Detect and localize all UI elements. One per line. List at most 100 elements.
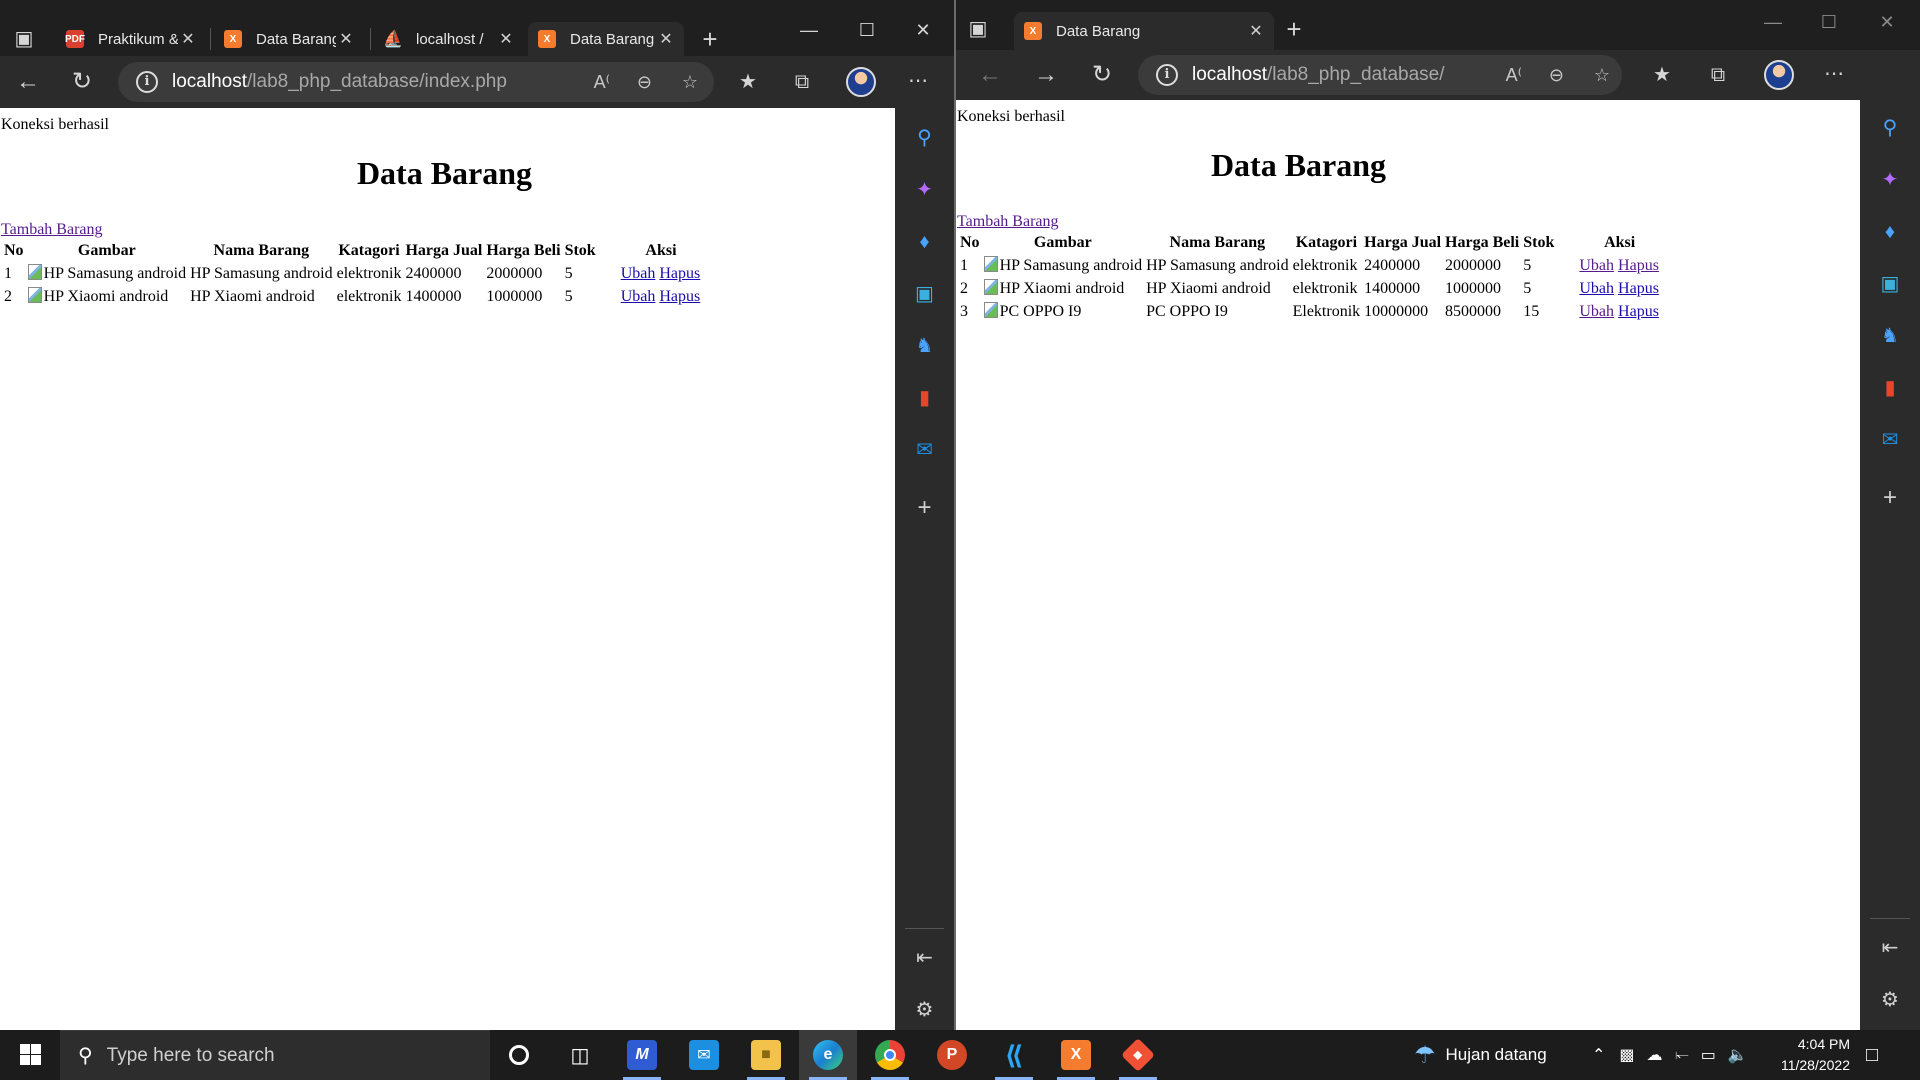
more-menu-icon[interactable]: ⋯ [900, 66, 936, 96]
git-icon[interactable]: ◆ [1109, 1030, 1167, 1080]
collections-icon[interactable]: ⧉ [1700, 60, 1736, 90]
search-icon[interactable]: ⚲ [1860, 112, 1920, 144]
close-window-button[interactable]: ✕ [1864, 12, 1910, 33]
shopping-tag-icon[interactable]: ♦ [1860, 216, 1920, 248]
favorites-icon[interactable]: ★ [1644, 60, 1680, 90]
tools-icon[interactable]: ▣ [895, 278, 954, 310]
add-favorite-icon[interactable]: ☆ [682, 72, 698, 93]
windows-start-icon[interactable] [0, 1030, 60, 1080]
wifi-icon[interactable]: ⥖ [1675, 1046, 1689, 1064]
profile-avatar[interactable] [1764, 60, 1794, 90]
close-icon[interactable]: ✕ [1246, 21, 1266, 41]
clock[interactable]: 4:04 PM 11/28/2022 [1781, 1034, 1850, 1076]
close-icon[interactable]: ✕ [178, 29, 198, 49]
edit-link[interactable]: Ubah [1579, 303, 1614, 320]
delete-link[interactable]: Hapus [1618, 257, 1659, 274]
add-item-link[interactable]: Tambah Barang [1, 221, 103, 239]
outlook-icon[interactable]: ✉ [1860, 424, 1920, 456]
add-icon[interactable]: + [895, 492, 954, 524]
maximize-button[interactable]: ☐ [844, 20, 890, 41]
delete-link[interactable]: Hapus [1618, 303, 1659, 320]
edit-link[interactable]: Ubah [621, 288, 656, 305]
notification-icon[interactable]: □ [1866, 1030, 1878, 1080]
new-tab-icon[interactable]: + [692, 24, 728, 54]
hide-sidebar-icon[interactable]: ⇤ [1860, 932, 1920, 964]
meet-icon[interactable]: ▩ [1619, 1045, 1634, 1065]
chevron-up-icon[interactable]: ⌃ [1592, 1045, 1605, 1065]
edge-icon[interactable]: e [799, 1030, 857, 1080]
favorites-icon[interactable]: ★ [730, 67, 766, 97]
close-icon[interactable]: ✕ [336, 29, 356, 49]
tab-data-barang[interactable]: X Data Barang ✕ [1014, 12, 1274, 50]
copilot-icon[interactable]: ✦ [895, 174, 954, 206]
office-icon[interactable]: ▮ [1860, 372, 1920, 404]
close-icon[interactable]: ✕ [496, 29, 516, 49]
image-alt-text: HP Samasung android [999, 257, 1143, 274]
settings-icon[interactable]: ⚙ [1860, 984, 1920, 1016]
app-m-icon[interactable]: M [613, 1030, 671, 1080]
info-icon[interactable]: i [1156, 64, 1178, 86]
tab-actions-icon[interactable]: ▣ [960, 14, 996, 44]
cell-stok: 5 [1523, 279, 1532, 297]
office-icon[interactable]: ▮ [895, 382, 954, 414]
add-item-link[interactable]: Tambah Barang [957, 213, 1059, 231]
onedrive-icon[interactable]: ☁ [1647, 1045, 1663, 1065]
weather-widget[interactable]: ☂ Hujan datang [1414, 1030, 1547, 1080]
new-tab-icon[interactable]: + [1276, 14, 1312, 44]
address-bar[interactable]: i localhost/lab8_php_database/index.php … [118, 62, 714, 102]
copilot-icon[interactable]: ✦ [1860, 164, 1920, 196]
zoom-out-icon[interactable]: ⊖ [1549, 65, 1564, 86]
read-aloud-icon[interactable]: A⁽ [594, 72, 610, 93]
mail-icon[interactable]: ✉ [675, 1030, 733, 1080]
edit-link[interactable]: Ubah [621, 265, 656, 282]
tab-data-barang-1[interactable]: X Data Barang ✕ [214, 22, 364, 56]
battery-icon[interactable]: ▭ [1701, 1045, 1716, 1065]
add-favorite-icon[interactable]: ☆ [1594, 65, 1610, 86]
shopping-tag-icon[interactable]: ♦ [895, 226, 954, 258]
edit-link[interactable]: Ubah [1579, 280, 1614, 297]
chrome-icon[interactable] [861, 1030, 919, 1080]
profile-avatar[interactable] [846, 67, 876, 97]
task-view-icon[interactable]: ◫ [551, 1030, 609, 1080]
games-icon[interactable]: ♞ [1860, 320, 1920, 352]
taskbar-search[interactable]: ⚲ Type here to search [60, 1030, 490, 1080]
close-window-button[interactable]: ✕ [900, 20, 946, 41]
cortana-icon[interactable] [490, 1030, 548, 1080]
tab-praktikum[interactable]: PDF Praktikum & ✕ [56, 22, 206, 56]
tab-actions-icon[interactable]: ▣ [6, 24, 42, 54]
refresh-icon[interactable]: ↻ [1084, 60, 1120, 90]
outlook-icon[interactable]: ✉ [895, 434, 954, 466]
edit-link[interactable]: Ubah [1579, 257, 1614, 274]
address-bar[interactable]: i localhost/lab8_php_database/ A⁽ ⊖ ☆ [1138, 55, 1622, 95]
volume-icon[interactable]: 🔈 [1728, 1045, 1748, 1065]
minimize-button[interactable]: — [786, 20, 832, 41]
delete-link[interactable]: Hapus [659, 265, 700, 282]
read-aloud-icon[interactable]: A⁽ [1506, 65, 1522, 86]
tab-phpmyadmin[interactable]: ⛵ localhost / ✕ [374, 22, 524, 56]
more-menu-icon[interactable]: ⋯ [1816, 59, 1852, 89]
games-icon[interactable]: ♞ [895, 330, 954, 362]
refresh-icon[interactable]: ↻ [64, 67, 100, 97]
maximize-button[interactable]: ☐ [1806, 12, 1852, 33]
forward-icon[interactable]: → [1028, 60, 1064, 90]
info-icon[interactable]: i [136, 71, 158, 93]
delete-link[interactable]: Hapus [1618, 280, 1659, 297]
tools-icon[interactable]: ▣ [1860, 268, 1920, 300]
collections-icon[interactable]: ⧉ [784, 67, 820, 97]
back-icon[interactable]: ← [10, 67, 46, 97]
cell-kategori: elektronik [336, 264, 402, 282]
close-icon[interactable]: ✕ [656, 29, 676, 49]
zoom-out-icon[interactable]: ⊖ [637, 72, 652, 93]
minimize-button[interactable]: — [1750, 12, 1796, 33]
back-icon[interactable]: ← [972, 60, 1008, 90]
delete-link[interactable]: Hapus [659, 288, 700, 305]
hide-sidebar-icon[interactable]: ⇤ [895, 942, 954, 974]
vscode-icon[interactable]: ⟪ [985, 1030, 1043, 1080]
powerpoint-icon[interactable]: P [923, 1030, 981, 1080]
search-icon[interactable]: ⚲ [895, 122, 954, 154]
tab-data-barang-2[interactable]: X Data Barang ✕ [528, 22, 684, 56]
file-explorer-icon[interactable]: ■ [737, 1030, 795, 1080]
xampp-icon[interactable]: X [1047, 1030, 1105, 1080]
settings-icon[interactable]: ⚙ [895, 994, 954, 1026]
add-icon[interactable]: + [1860, 482, 1920, 514]
